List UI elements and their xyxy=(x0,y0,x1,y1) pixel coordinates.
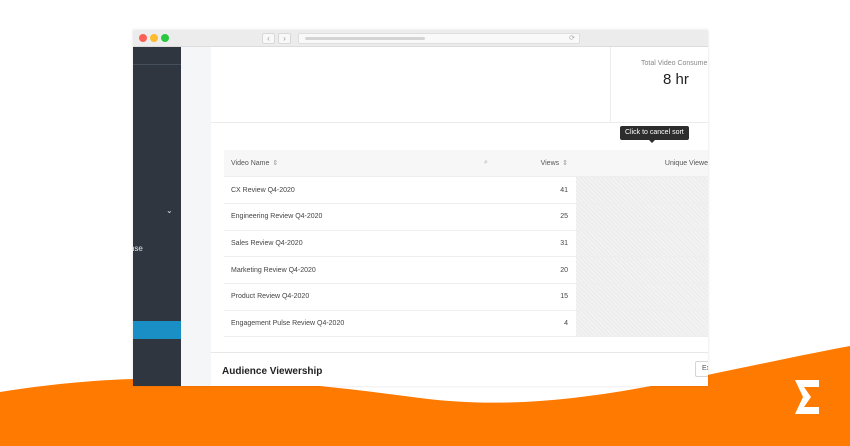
sort-icon[interactable]: ⇕ xyxy=(562,160,568,167)
audience-viewership-title: Audience Viewership xyxy=(222,366,323,377)
sidebar: ⌄ ponse nts xyxy=(133,47,181,386)
browser-window: ‹ › ⟳ ⌄ ponse nts Total Video Consume 8 … xyxy=(133,30,708,386)
sidebar-divider xyxy=(133,64,181,65)
views-cell: 4 xyxy=(524,310,576,338)
close-window-button[interactable] xyxy=(139,34,147,42)
chevron-right-icon[interactable]: › xyxy=(278,33,291,44)
table-row[interactable]: CX Review Q4-2020 41 xyxy=(224,176,708,204)
empty-cell xyxy=(484,310,524,338)
views-cell: 15 xyxy=(524,283,576,311)
column-header-label: Unique Viewe xyxy=(664,159,708,167)
chevron-left-icon[interactable]: ‹ xyxy=(262,33,275,44)
column-header-video-name[interactable]: Video Name ⇕ xyxy=(224,150,484,178)
table-row[interactable]: Product Review Q4-2020 15 xyxy=(224,283,708,311)
empty-cell xyxy=(484,176,524,204)
browser-titlebar: ‹ › ⟳ xyxy=(133,30,708,47)
empty-cell xyxy=(484,203,524,231)
unique-viewers-cell xyxy=(576,230,708,258)
column-search[interactable]: ⌕ xyxy=(484,150,524,178)
video-name-cell: Engineering Review Q4-2020 xyxy=(224,203,484,231)
audience-viewership-card: Audience Viewership Ex xyxy=(211,352,708,386)
tooltip-arrow xyxy=(649,140,655,143)
total-video-consumed-value: 8 hr xyxy=(663,71,689,88)
table-row[interactable]: Engineering Review Q4-2020 25 xyxy=(224,203,708,231)
total-video-consumed-label: Total Video Consume xyxy=(641,60,708,67)
video-name-cell: Sales Review Q4-2020 xyxy=(224,230,484,258)
column-header-views[interactable]: Views ⇕ xyxy=(524,150,576,178)
video-table-card: Click to cancel sort Video Name ⇕ ⌕ Views… xyxy=(211,123,708,361)
stats-divider xyxy=(610,47,611,123)
search-icon[interactable]: ⌕ xyxy=(484,159,488,166)
unique-viewers-cell xyxy=(576,176,708,204)
views-cell: 20 xyxy=(524,256,576,284)
table-row[interactable]: Engagement Pulse Review Q4-2020 4 xyxy=(224,310,708,338)
views-cell: 31 xyxy=(524,230,576,258)
unique-viewers-cell xyxy=(576,310,708,338)
views-cell: 25 xyxy=(524,203,576,231)
maximize-window-button[interactable] xyxy=(161,34,169,42)
address-bar[interactable]: ⟳ xyxy=(298,33,580,44)
column-header-label: Views xyxy=(540,160,560,168)
sidebar-item-response[interactable]: ponse xyxy=(133,244,143,253)
column-header-unique-viewers[interactable]: Unique Viewe xyxy=(576,150,708,178)
video-name-cell: Marketing Review Q4-2020 xyxy=(224,256,484,284)
unique-viewers-cell xyxy=(576,203,708,231)
main-content: Total Video Consume 8 hr Click to cancel… xyxy=(181,47,708,386)
brand-logo xyxy=(795,380,819,414)
minimize-window-button[interactable] xyxy=(150,34,158,42)
unique-viewers-cell xyxy=(576,283,708,311)
reload-icon[interactable]: ⟳ xyxy=(569,35,575,42)
table-row[interactable]: Marketing Review Q4-2020 20 xyxy=(224,256,708,284)
export-button[interactable]: Ex xyxy=(695,361,708,377)
empty-cell xyxy=(484,256,524,284)
sidebar-item-active[interactable] xyxy=(133,321,181,339)
views-cell: 41 xyxy=(524,176,576,204)
video-table: Video Name ⇕ ⌕ Views ⇕ Unique Viewe CX R… xyxy=(224,150,708,338)
empty-cell xyxy=(484,230,524,258)
sort-icon[interactable]: ⇕ xyxy=(272,160,278,167)
table-row[interactable]: Sales Review Q4-2020 31 xyxy=(224,230,708,258)
column-header-label: Video Name xyxy=(231,160,270,168)
video-name-cell: Engagement Pulse Review Q4-2020 xyxy=(224,310,484,338)
unique-viewers-cell xyxy=(576,256,708,284)
url-placeholder xyxy=(305,37,425,40)
empty-cell xyxy=(484,283,524,311)
video-name-cell: Product Review Q4-2020 xyxy=(224,283,484,311)
sort-tooltip: Click to cancel sort xyxy=(620,126,689,140)
table-header-row: Video Name ⇕ ⌕ Views ⇕ Unique Viewe xyxy=(224,150,708,178)
stats-card: Total Video Consume 8 hr xyxy=(211,47,708,123)
video-name-cell: CX Review Q4-2020 xyxy=(224,176,484,204)
chevron-down-icon[interactable]: ⌄ xyxy=(166,206,173,215)
